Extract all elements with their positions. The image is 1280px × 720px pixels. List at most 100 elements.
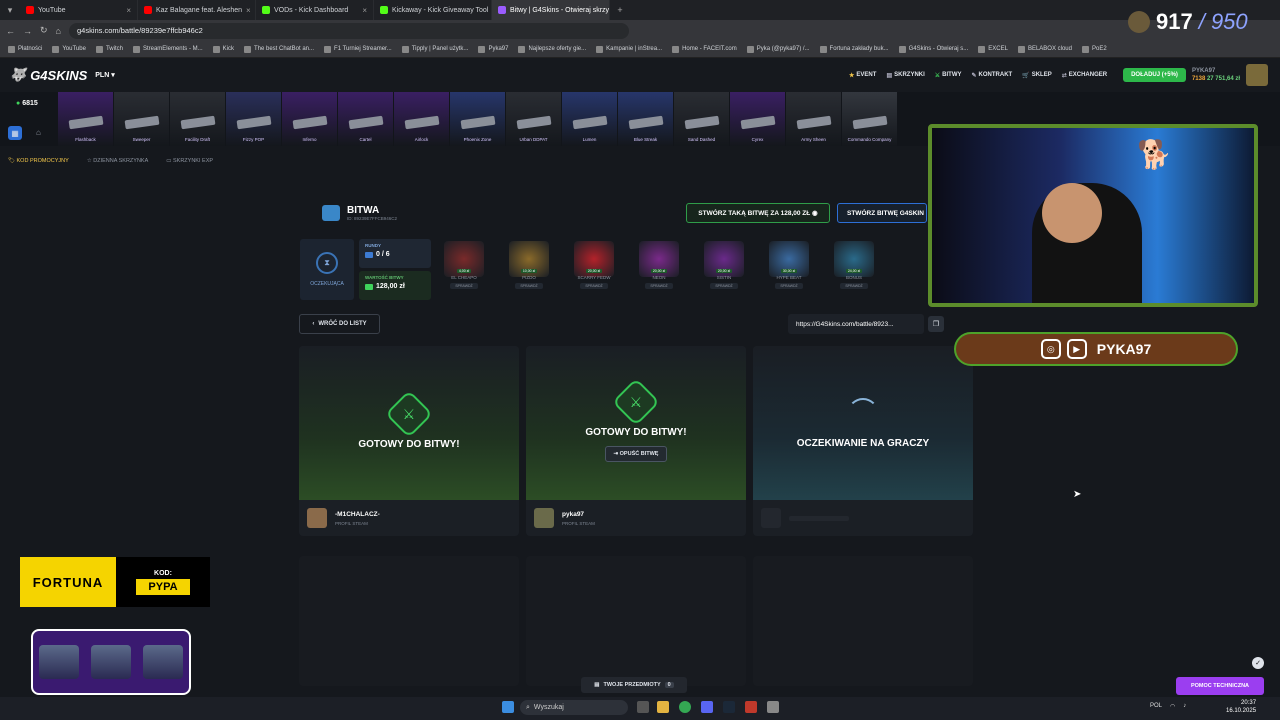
- tab-menu-icon[interactable]: ▾: [0, 5, 20, 16]
- obs-icon[interactable]: [745, 701, 757, 713]
- chrome-icon[interactable]: [679, 701, 691, 713]
- reload-icon[interactable]: ↻: [40, 25, 48, 36]
- check-icon[interactable]: ✓: [1252, 657, 1264, 669]
- avatar[interactable]: [534, 508, 554, 528]
- case-tile[interactable]: Inferno: [282, 92, 337, 146]
- close-tab-icon[interactable]: ×: [362, 6, 367, 15]
- taskbar-search[interactable]: ⌕ Wyszukaj: [520, 700, 628, 715]
- wifi-icon[interactable]: ◠: [1170, 703, 1175, 710]
- browser-tab[interactable]: YouTube ×: [20, 0, 138, 20]
- round-case[interactable]: 4,00 zł EL CHEAPO SPRAWDŹ: [434, 239, 494, 301]
- url-input[interactable]: g4skins.com/battle/89239e7ffcb946c2: [68, 22, 629, 39]
- currency-select[interactable]: PLN ▾: [95, 71, 114, 79]
- nav-bitwy[interactable]: ⚔ BITWY: [935, 72, 962, 79]
- exp-cases-link[interactable]: ▭ SKRZYNKI EXP: [166, 158, 213, 164]
- case-tile[interactable]: Sand Dashed: [674, 92, 729, 146]
- bookmark-item[interactable]: Home - FACEIT.com: [672, 45, 737, 53]
- steam-profile-link[interactable]: PROFIL STEAM: [562, 521, 595, 526]
- daily-case-link[interactable]: ☆ DZIENNA SKRZYNKA: [87, 158, 148, 164]
- case-tile[interactable]: Cyrex: [730, 92, 785, 146]
- bookmark-item[interactable]: Kampanie | inStrea...: [596, 45, 662, 53]
- taskbar-clock[interactable]: 20:37 16.10.2025: [1226, 699, 1256, 715]
- nav-kontrakt[interactable]: ✎ KONTRAKT: [972, 72, 1013, 79]
- round-case[interactable]: 20,00 zł SCARRY FEDW SPRAWDŹ: [564, 239, 624, 301]
- check-case-button[interactable]: SPRAWDŹ: [580, 283, 608, 289]
- task-view-icon[interactable]: [637, 701, 649, 713]
- avatar[interactable]: [307, 508, 327, 528]
- basket-icon[interactable]: ⌂: [36, 128, 41, 137]
- case-tile[interactable]: Cartel: [338, 92, 393, 146]
- language-indicator[interactable]: POL: [1150, 703, 1162, 710]
- browser-tab[interactable]: Kickaway - Kick Giveaway Tool×: [374, 0, 492, 20]
- close-tab-icon[interactable]: ×: [246, 6, 251, 15]
- app-icon[interactable]: [767, 701, 779, 713]
- forward-icon[interactable]: →: [23, 26, 32, 36]
- bookmark-item[interactable]: Kick: [212, 45, 234, 53]
- round-case[interactable]: 24,00 zł BONUS SPRAWDŹ: [824, 239, 884, 301]
- discord-icon[interactable]: [701, 701, 713, 713]
- user-avatar[interactable]: [1246, 64, 1268, 86]
- browser-tab[interactable]: Kaz Balagane feat. Aleshen ×: [138, 0, 256, 20]
- bookmark-item[interactable]: The best ChatBot an...: [243, 45, 314, 53]
- file-explorer-icon[interactable]: [657, 701, 669, 713]
- player-name[interactable]: -M1CHALACZ-: [335, 511, 380, 518]
- bookmark-item[interactable]: G4Skins - Otwieraj s...: [898, 45, 968, 53]
- nav-exchanger[interactable]: ⇄ EXCHANGER: [1062, 72, 1107, 79]
- check-case-button[interactable]: SPRAWDŹ: [645, 283, 673, 289]
- round-case[interactable]: 30,00 zł HYPE BEAT SPRAWDŹ: [759, 239, 819, 301]
- bookmark-item[interactable]: Fortuna zakłady buk...: [819, 45, 889, 53]
- deposit-button[interactable]: DOŁADUJ (+5%): [1123, 68, 1186, 82]
- tech-support-button[interactable]: POMOC TECHNICZNA: [1176, 677, 1264, 695]
- case-tile[interactable]: Flashback: [58, 92, 113, 146]
- grid-view-icon[interactable]: ▦: [8, 126, 22, 140]
- case-tile[interactable]: Urban DDPAT: [506, 92, 561, 146]
- windows-start-icon[interactable]: [502, 701, 514, 713]
- case-tile[interactable]: Phoenix Zone: [450, 92, 505, 146]
- nav-sklep[interactable]: 🛒 SKLEP: [1022, 72, 1052, 79]
- check-case-button[interactable]: SPRAWDŹ: [775, 283, 803, 289]
- case-tile[interactable]: Army Sheen: [786, 92, 841, 146]
- create-same-battle-button[interactable]: STWÓRZ TAKĄ BITWĘ ZA 128,00 ZŁ ◉: [686, 203, 830, 223]
- create-g4-battle-button[interactable]: STWÓRZ BITWĘ G4SKIN: [837, 203, 927, 223]
- copy-icon[interactable]: ❐: [928, 316, 944, 332]
- round-case[interactable]: 10,00 zł PIZDO SPRAWDŹ: [499, 239, 559, 301]
- bookmark-item[interactable]: Pyka97: [478, 45, 508, 53]
- round-case[interactable]: 20,00 zł SISTIN SPRAWDŹ: [694, 239, 754, 301]
- nav-event[interactable]: ★ EVENT: [849, 72, 876, 79]
- case-tile[interactable]: Airlock: [394, 92, 449, 146]
- leave-battle-button[interactable]: ⇥ OPUŚĆ BITWĘ: [604, 445, 668, 462]
- volume-icon[interactable]: ♪: [1183, 703, 1186, 710]
- back-icon[interactable]: ←: [6, 26, 15, 36]
- case-tile[interactable]: Commando Company: [842, 92, 897, 146]
- browser-tab[interactable]: Bitwy | G4Skins - Otwieraj skrzy×: [492, 0, 610, 20]
- bookmark-item[interactable]: PoE2: [1081, 45, 1107, 53]
- battle-link-field[interactable]: https://G4Skins.com/battle/8923...: [788, 314, 924, 334]
- browser-tab[interactable]: VODs - Kick Dashboard ×: [256, 0, 374, 20]
- bookmark-item[interactable]: YouTube: [52, 45, 86, 53]
- case-tile[interactable]: Blue Streak: [618, 92, 673, 146]
- bookmark-item[interactable]: Pyka (@pyka97) /...: [746, 45, 810, 53]
- steam-profile-link[interactable]: PROFIL STEAM: [335, 521, 380, 526]
- case-tile[interactable]: Facility Draft: [170, 92, 225, 146]
- check-case-button[interactable]: SPRAWDŹ: [710, 283, 738, 289]
- check-case-button[interactable]: SPRAWDŹ: [515, 283, 543, 289]
- bookmark-item[interactable]: BELABOX cloud: [1017, 45, 1072, 53]
- site-logo[interactable]: 🐺 G4SKINS: [10, 67, 87, 83]
- round-case[interactable]: 20,00 zł NEON SPRAWDŹ: [629, 239, 689, 301]
- check-case-button[interactable]: SPRAWDŹ: [450, 283, 478, 289]
- close-tab-icon[interactable]: ×: [126, 6, 131, 15]
- bookmark-item[interactable]: Tipply | Panel użytk...: [401, 45, 468, 53]
- player-name[interactable]: pyka97: [562, 511, 595, 518]
- steam-icon[interactable]: [723, 701, 735, 713]
- case-tile[interactable]: Fizzy POP: [226, 92, 281, 146]
- your-items-button[interactable]: ▤ TWOJE PRZEDMIOTY 0: [581, 677, 687, 693]
- bookmark-item[interactable]: EXCEL: [978, 45, 1008, 53]
- back-to-list-button[interactable]: ‹ WRÓĆ DO LISTY: [299, 314, 380, 334]
- case-tile[interactable]: Sweeper: [114, 92, 169, 146]
- new-tab-icon[interactable]: +: [610, 5, 630, 15]
- bookmark-item[interactable]: Płatności: [8, 45, 42, 53]
- promo-code-link[interactable]: 🏷 KOD PROMOCYJNY: [8, 158, 69, 164]
- check-case-button[interactable]: SPRAWDŹ: [840, 283, 868, 289]
- nav-skrzynki[interactable]: ▤ SKRZYNKI: [886, 72, 924, 79]
- bookmark-item[interactable]: StreamElements - M...: [132, 45, 203, 53]
